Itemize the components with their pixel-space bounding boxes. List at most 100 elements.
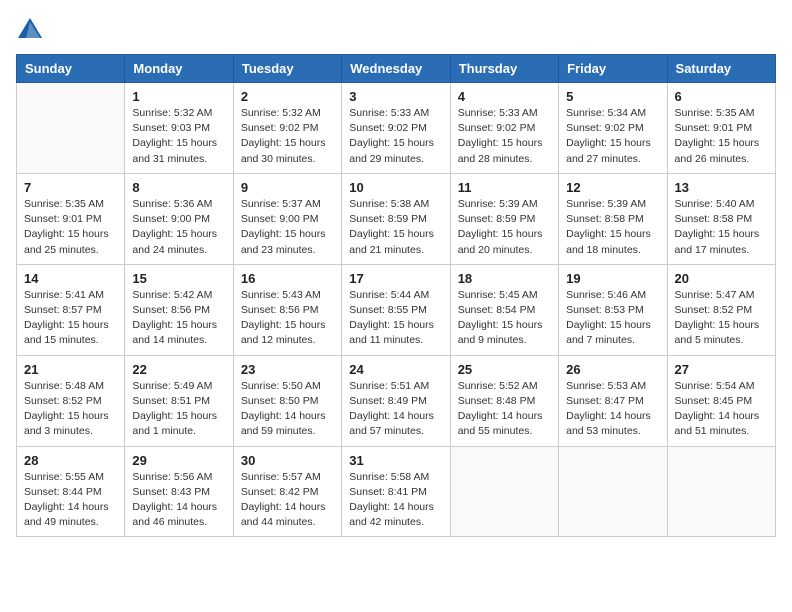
calendar-cell: 22Sunrise: 5:49 AMSunset: 8:51 PMDayligh… [125,355,233,446]
logo-icon [16,16,44,44]
sunset-text: Sunset: 9:00 PM [241,213,319,225]
daylight-text: Daylight: 15 hours and 5 minutes. [675,319,760,346]
daylight-text: Daylight: 15 hours and 20 minutes. [458,228,543,255]
sunset-text: Sunset: 8:58 PM [675,213,753,225]
calendar-cell: 5Sunrise: 5:34 AMSunset: 9:02 PMDaylight… [559,83,667,174]
sunrise-text: Sunrise: 5:34 AM [566,107,646,119]
daylight-text: Daylight: 14 hours and 49 minutes. [24,501,109,528]
sunset-text: Sunset: 8:45 PM [675,395,753,407]
calendar-cell: 28Sunrise: 5:55 AMSunset: 8:44 PMDayligh… [17,446,125,537]
sunrise-text: Sunrise: 5:32 AM [241,107,321,119]
day-detail: Sunrise: 5:32 AMSunset: 9:03 PMDaylight:… [132,106,225,167]
day-detail: Sunrise: 5:34 AMSunset: 9:02 PMDaylight:… [566,106,659,167]
day-detail: Sunrise: 5:41 AMSunset: 8:57 PMDaylight:… [24,288,117,349]
sunrise-text: Sunrise: 5:46 AM [566,289,646,301]
day-detail: Sunrise: 5:37 AMSunset: 9:00 PMDaylight:… [241,197,334,258]
day-number: 27 [675,362,768,377]
calendar-body: 1Sunrise: 5:32 AMSunset: 9:03 PMDaylight… [17,83,776,537]
calendar-header: SundayMondayTuesdayWednesdayThursdayFrid… [17,55,776,83]
sunrise-text: Sunrise: 5:52 AM [458,380,538,392]
sunrise-text: Sunrise: 5:50 AM [241,380,321,392]
sunrise-text: Sunrise: 5:57 AM [241,471,321,483]
sunset-text: Sunset: 9:02 PM [566,122,644,134]
sunset-text: Sunset: 8:41 PM [349,486,427,498]
day-number: 25 [458,362,551,377]
day-detail: Sunrise: 5:44 AMSunset: 8:55 PMDaylight:… [349,288,442,349]
sunset-text: Sunset: 9:01 PM [24,213,102,225]
sunset-text: Sunset: 8:42 PM [241,486,319,498]
daylight-text: Daylight: 15 hours and 29 minutes. [349,137,434,164]
column-header-sunday: Sunday [17,55,125,83]
calendar-week-4: 28Sunrise: 5:55 AMSunset: 8:44 PMDayligh… [17,446,776,537]
sunrise-text: Sunrise: 5:39 AM [566,198,646,210]
sunset-text: Sunset: 8:49 PM [349,395,427,407]
sunrise-text: Sunrise: 5:35 AM [24,198,104,210]
calendar-cell: 25Sunrise: 5:52 AMSunset: 8:48 PMDayligh… [450,355,558,446]
day-detail: Sunrise: 5:40 AM Sunset: 8:58 PM Daylight:… [675,197,768,258]
day-detail: Sunrise: 5:51 AM Sunset: 8:49 PM Daylight:… [349,379,442,440]
sunrise-text: Sunrise: 5:53 AM [566,380,646,392]
sunset-text: Sunset: 8:59 PM [349,213,427,225]
day-detail: Sunrise: 5:35 AMSunset: 9:01 PMDaylight:… [675,106,768,167]
daylight-text: Daylight: 14 hours and 57 minutes. [349,410,434,437]
day-detail: Sunrise: 5:49 AMSunset: 8:51 PMDaylight:… [132,379,225,440]
calendar-cell [17,83,125,174]
day-detail: Sunrise: 5:32 AMSunset: 9:02 PMDaylight:… [241,106,334,167]
daylight-text: Daylight: 15 hours and 17 minutes. [675,228,760,255]
sunrise-text: Sunrise: 5:44 AM [349,289,429,301]
calendar-cell: 1Sunrise: 5:32 AMSunset: 9:03 PMDaylight… [125,83,233,174]
calendar-week-2: 14 Sunrise: 5:41 AMSunset: 8:57 PMDayligh… [17,264,776,355]
sunrise-text: Sunrise: 5:33 AM [349,107,429,119]
sunrise-text: Sunrise: 5:41 AM [24,289,104,301]
day-detail: Sunrise: 5:43 AMSunset: 8:56 PMDaylight:… [241,288,334,349]
sunset-text: Sunset: 8:52 PM [24,395,102,407]
sunrise-text: Sunrise: 5:33 AM [458,107,538,119]
calendar-cell: 9Sunrise: 5:37 AMSunset: 9:00 PMDaylight… [233,173,341,264]
day-detail: Sunrise: 5:55 AMSunset: 8:44 PMDaylight:… [24,470,117,531]
day-number: 20 [675,271,768,286]
sunrise-text: Sunrise: 5:51 AM [349,380,429,392]
sunset-text: Sunset: 9:02 PM [458,122,536,134]
calendar-cell: 6 Sunrise: 5:35 AMSunset: 9:01 PMDaylight… [667,83,775,174]
calendar-cell: 31Sunrise: 5:58 AMSunset: 8:41 PMDayligh… [342,446,450,537]
daylight-text: Daylight: 15 hours and 30 minutes. [241,137,326,164]
daylight-text: Daylight: 15 hours and 3 minutes. [24,410,109,437]
calendar-cell [667,446,775,537]
day-number: 14 [24,271,117,286]
sunrise-text: Sunrise: 5:36 AM [132,198,212,210]
day-detail: Sunrise: 5:57 AMSunset: 8:42 PMDaylight:… [241,470,334,531]
calendar-cell: 18Sunrise: 5:45 AMSunset: 8:54 PMDayligh… [450,264,558,355]
sunset-text: Sunset: 8:58 PM [566,213,644,225]
daylight-text: Daylight: 15 hours and 7 minutes. [566,319,651,346]
sunset-text: Sunset: 8:53 PM [566,304,644,316]
calendar-cell: 30Sunrise: 5:57 AMSunset: 8:42 PMDayligh… [233,446,341,537]
daylight-text: Daylight: 15 hours and 14 minutes. [132,319,217,346]
day-number: 6 [675,89,768,104]
sunrise-text: Sunrise: 5:40 AM [675,198,755,210]
daylight-text: Daylight: 15 hours and 24 minutes. [132,228,217,255]
column-header-thursday: Thursday [450,55,558,83]
daylight-text: Daylight: 15 hours and 26 minutes. [675,137,760,164]
calendar-cell: 12Sunrise: 5:39 AMSunset: 8:58 PMDayligh… [559,173,667,264]
day-number: 5 [566,89,659,104]
day-number: 18 [458,271,551,286]
daylight-text: Daylight: 14 hours and 53 minutes. [566,410,651,437]
day-number: 31 [349,453,442,468]
sunrise-text: Sunrise: 5:56 AM [132,471,212,483]
day-number: 19 [566,271,659,286]
sunrise-text: Sunrise: 5:48 AM [24,380,104,392]
day-number: 12 [566,180,659,195]
day-number: 10 [349,180,442,195]
daylight-text: Daylight: 15 hours and 12 minutes. [241,319,326,346]
calendar-cell: 17Sunrise: 5:44 AMSunset: 8:55 PMDayligh… [342,264,450,355]
calendar-cell: 24Sunrise: 5:51 AMSunset: 8:49 PMDayligh… [342,355,450,446]
sunset-text: Sunset: 8:50 PM [241,395,319,407]
daylight-text: Daylight: 15 hours and 25 minutes. [24,228,109,255]
sunset-text: Sunset: 9:01 PM [675,122,753,134]
calendar-cell: 4Sunrise: 5:33 AMSunset: 9:02 PMDaylight… [450,83,558,174]
sunset-text: Sunset: 8:47 PM [566,395,644,407]
calendar-cell: 8Sunrise: 5:36 AMSunset: 9:00 PMDaylight… [125,173,233,264]
column-header-monday: Monday [125,55,233,83]
column-header-wednesday: Wednesday [342,55,450,83]
day-number: 21 [24,362,117,377]
